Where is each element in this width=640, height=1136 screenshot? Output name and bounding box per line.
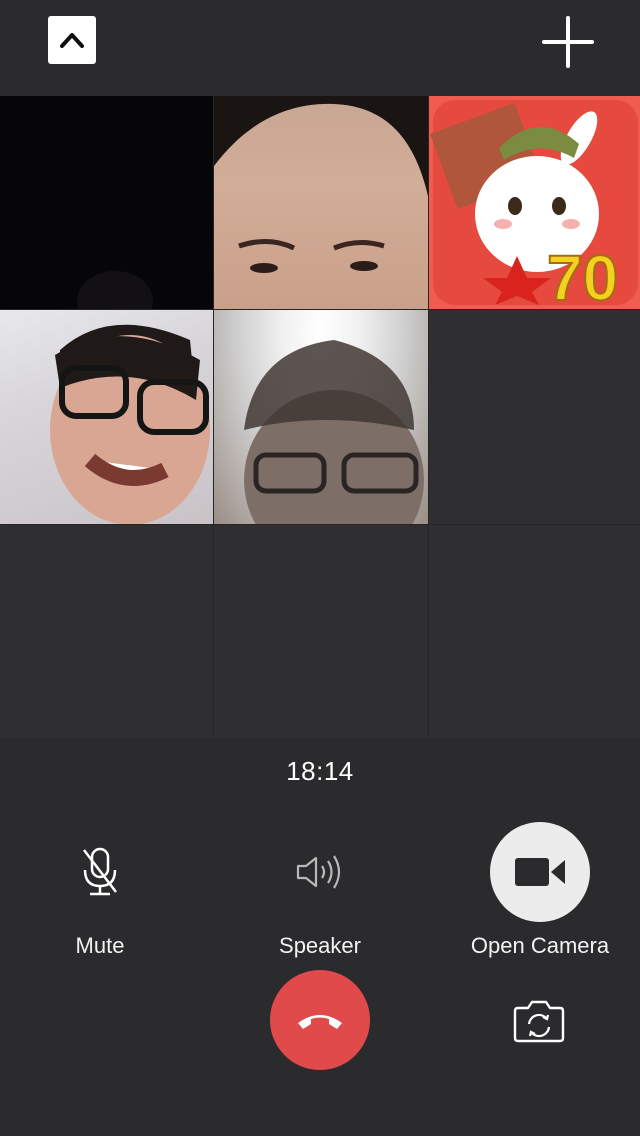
participant-face <box>50 324 210 524</box>
speaker-icon <box>296 855 341 889</box>
phone-hangup-icon <box>298 1015 342 1029</box>
participant-video-2[interactable] <box>214 96 428 309</box>
participant-silhouette <box>77 271 153 309</box>
participant-video-5[interactable] <box>214 310 428 524</box>
participant-video-3[interactable]: 70 <box>429 96 640 309</box>
open-camera-button[interactable]: Open Camera <box>455 822 625 959</box>
plus-icon <box>542 16 594 68</box>
participant-video-1[interactable] <box>0 96 213 309</box>
collapse-button[interactable] <box>48 16 96 64</box>
svg-text:70: 70 <box>547 242 618 309</box>
add-participant-button[interactable] <box>540 14 596 70</box>
hang-up-button[interactable] <box>270 970 370 1070</box>
empty-slot <box>429 525 640 738</box>
mute-button[interactable]: Mute <box>15 822 185 959</box>
speaker-label: Speaker <box>279 933 361 958</box>
video-grid: 70 <box>0 96 640 738</box>
top-bar <box>0 0 640 96</box>
chevron-up-icon <box>60 33 84 48</box>
call-duration: 18:14 <box>286 756 354 786</box>
empty-slot <box>0 525 213 738</box>
microphone-off-icon <box>83 847 117 896</box>
participant-video-4[interactable] <box>0 310 213 524</box>
speaker-button[interactable]: Speaker <box>235 822 405 959</box>
mute-label: Mute <box>75 933 125 958</box>
participant-face <box>244 340 424 524</box>
participant-face <box>214 96 428 273</box>
video-camera-icon <box>515 858 565 886</box>
empty-slot <box>429 310 640 524</box>
open-camera-label: Open Camera <box>470 933 610 958</box>
empty-slot <box>214 525 428 738</box>
switch-camera-icon[interactable] <box>512 996 566 1044</box>
cartoon-rabbit-avatar: 70 <box>430 100 638 309</box>
